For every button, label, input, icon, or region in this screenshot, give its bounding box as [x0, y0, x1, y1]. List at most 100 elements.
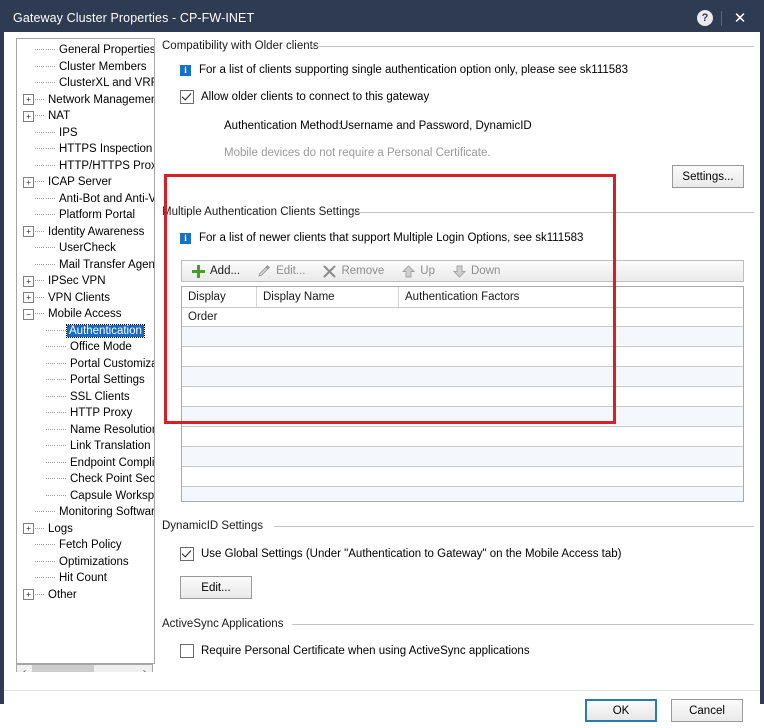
sidebar-item-icap-server[interactable]: + ICAP Server	[17, 174, 154, 191]
sidebar-item-general-properties[interactable]: General Properties	[17, 42, 155, 59]
tree-expander-icon[interactable]: +	[23, 292, 34, 304]
tree-connector-icon	[35, 98, 44, 101]
tree-connector-icon	[35, 164, 44, 167]
sidebar-item-clusterxl-and-vrrp[interactable]: ClusterXL and VRRP	[17, 75, 154, 92]
sidebar-item-label: Endpoint Complian	[70, 456, 155, 469]
toolbar-add-button[interactable]: Add...	[192, 264, 240, 278]
table-row[interactable]	[182, 447, 743, 467]
sidebar-item-hit-count[interactable]: Hit Count	[17, 570, 154, 587]
table-row[interactable]	[182, 387, 743, 407]
tree-expander-icon[interactable]: +	[23, 94, 34, 106]
sidebar-item-anti-bot-and-anti-virus[interactable]: Anti-Bot and Anti-Virus	[17, 191, 154, 208]
table-row[interactable]	[182, 347, 743, 367]
sidebar-item-http-proxy[interactable]: HTTP Proxy	[17, 405, 154, 422]
table-row[interactable]	[182, 367, 743, 387]
settings-tree[interactable]: General Properties Cluster Members Cluster…	[16, 38, 155, 664]
table-body[interactable]	[182, 308, 743, 501]
sidebar-item-logs[interactable]: + Logs	[17, 521, 154, 538]
sidebar-item-link-translation[interactable]: Link Translation	[17, 438, 154, 455]
tree-connector-icon	[35, 131, 44, 134]
table-row[interactable]	[182, 407, 743, 427]
sidebar-item-network-management[interactable]: + Network Management	[17, 92, 154, 109]
sidebar-item-portal-customizatio[interactable]: Portal Customizatio	[17, 356, 154, 373]
allow-older-clients-checkbox-row[interactable]: Allow older clients to connect to this g…	[180, 90, 429, 104]
tree-connector-icon	[35, 181, 44, 183]
sidebar-item-identity-awareness[interactable]: + Identity Awareness	[17, 224, 154, 241]
sidebar-item-mail-transfer-agent[interactable]: Mail Transfer Agent	[17, 257, 154, 274]
sidebar-item-label: Authentication	[66, 323, 145, 338]
sidebar-item-usercheck[interactable]: UserCheck	[17, 240, 154, 257]
sidebar-item-platform-portal[interactable]: Platform Portal	[17, 207, 154, 224]
tree-connector-icon	[46, 395, 55, 398]
sidebar-item-http-https-proxy[interactable]: HTTP/HTTPS Proxy	[17, 158, 154, 175]
table-row[interactable]	[182, 467, 743, 487]
sidebar-item-portal-settings[interactable]: Portal Settings	[17, 372, 154, 389]
sidebar-item-cluster-members[interactable]: Cluster Members	[17, 59, 154, 76]
tree-connector-icon	[46, 214, 55, 216]
require-certificate-checkbox-row[interactable]: Require Personal Certificate when using …	[180, 644, 530, 658]
table-row[interactable]	[182, 308, 743, 327]
sidebar-item-optimizations[interactable]: Optimizations	[17, 554, 154, 571]
tree-connector-icon	[46, 511, 55, 513]
table-column-header[interactable]: Display Name	[257, 287, 399, 307]
tree-connector-icon	[57, 461, 66, 464]
sidebar-item-office-mode[interactable]: Office Mode	[17, 339, 154, 356]
sidebar-item-monitoring-software-bla[interactable]: Monitoring Software bla	[17, 504, 154, 521]
tree-expander-icon[interactable]: +	[23, 110, 34, 122]
table-column-header[interactable]: Authentication Factors	[399, 287, 743, 307]
sidebar-item-ips[interactable]: IPS	[17, 125, 154, 142]
allow-older-clients-checkbox[interactable]	[180, 90, 194, 104]
sidebar-item-ssl-clients[interactable]: SSL Clients	[17, 389, 154, 406]
table-row[interactable]	[182, 427, 743, 447]
toolbar-remove-button[interactable]: Remove	[323, 265, 384, 278]
sidebar-item-endpoint-complian[interactable]: Endpoint Complian	[17, 455, 155, 472]
tree-expander-icon[interactable]: +	[23, 275, 34, 287]
sidebar-item-nat[interactable]: + NAT	[17, 108, 154, 125]
table-row[interactable]	[182, 327, 743, 347]
sidebar-item-label: General Properties	[59, 44, 155, 57]
help-icon[interactable]: ?	[697, 10, 713, 26]
sidebar-item-label: Portal Customizatio	[70, 357, 154, 370]
sidebar-item-check-point-secur[interactable]: Check Point Secur	[17, 471, 154, 488]
sidebar-item-ipsec-vpn[interactable]: + IPSec VPN	[17, 273, 154, 290]
toolbar-down-button[interactable]: Down	[453, 265, 500, 278]
table-row[interactable]	[182, 487, 743, 501]
sidebar-item-mobile-access[interactable]: − Mobile Access	[17, 306, 154, 323]
use-global-settings-checkbox[interactable]	[180, 547, 194, 561]
ok-button[interactable]: OK	[585, 699, 657, 722]
auth-clients-table[interactable]: Display Order Display Name Authentication …	[181, 286, 744, 502]
sidebar-item-name-resolution[interactable]: Name Resolution	[17, 422, 154, 439]
toolbar-button-label: Remove	[341, 265, 385, 277]
tree-connector-icon	[46, 164, 55, 167]
sidebar-item-vpn-clients[interactable]: + VPN Clients	[17, 290, 154, 307]
sidebar-item-label: Link Translation	[70, 440, 151, 453]
dynamicid-edit-button[interactable]: Edit...	[180, 576, 252, 599]
use-global-settings-checkbox-row[interactable]: Use Global Settings (Under "Authenticati…	[180, 547, 621, 561]
tree-connector-icon	[46, 65, 55, 68]
tree-expander-icon[interactable]: +	[23, 589, 34, 601]
tree-expander-icon[interactable]: +	[23, 523, 34, 535]
tree-connector-icon	[35, 49, 44, 51]
sidebar-item-capsule-workspac[interactable]: Capsule Workspac	[17, 488, 154, 505]
group-divider-line	[274, 526, 754, 527]
tree-expander-icon[interactable]: −	[23, 308, 34, 320]
require-certificate-checkbox[interactable]	[180, 644, 194, 658]
settings-button[interactable]: Settings...	[672, 165, 744, 188]
tree-connector-icon	[46, 445, 55, 447]
sidebar-item-authentication[interactable]: Authentication	[17, 323, 154, 340]
close-icon[interactable]: ✕	[731, 9, 749, 27]
sidebar-item-other[interactable]: + Other	[17, 587, 154, 604]
sidebar-item-https-inspection[interactable]: HTTPS Inspection	[17, 141, 154, 158]
sidebar-item-label: NAT	[48, 110, 71, 123]
sidebar-item-fetch-policy[interactable]: Fetch Policy	[17, 537, 154, 554]
toolbar-edit-button[interactable]: Edit...	[258, 264, 305, 278]
tree-expander-icon[interactable]: +	[23, 176, 34, 188]
auth-clients-toolbar[interactable]: Add... Edit... Remove Up Down	[181, 260, 744, 282]
sidebar-item-label: Portal Settings	[70, 374, 145, 387]
tree-connector-icon	[46, 412, 55, 414]
toolbar-up-button[interactable]: Up	[402, 264, 435, 278]
table-column-header[interactable]: Display Order	[182, 287, 257, 323]
cancel-button[interactable]: Cancel	[671, 699, 743, 722]
personal-certificate-note: Mobile devices do not require a Personal…	[224, 147, 491, 159]
tree-expander-icon[interactable]: +	[23, 226, 34, 238]
